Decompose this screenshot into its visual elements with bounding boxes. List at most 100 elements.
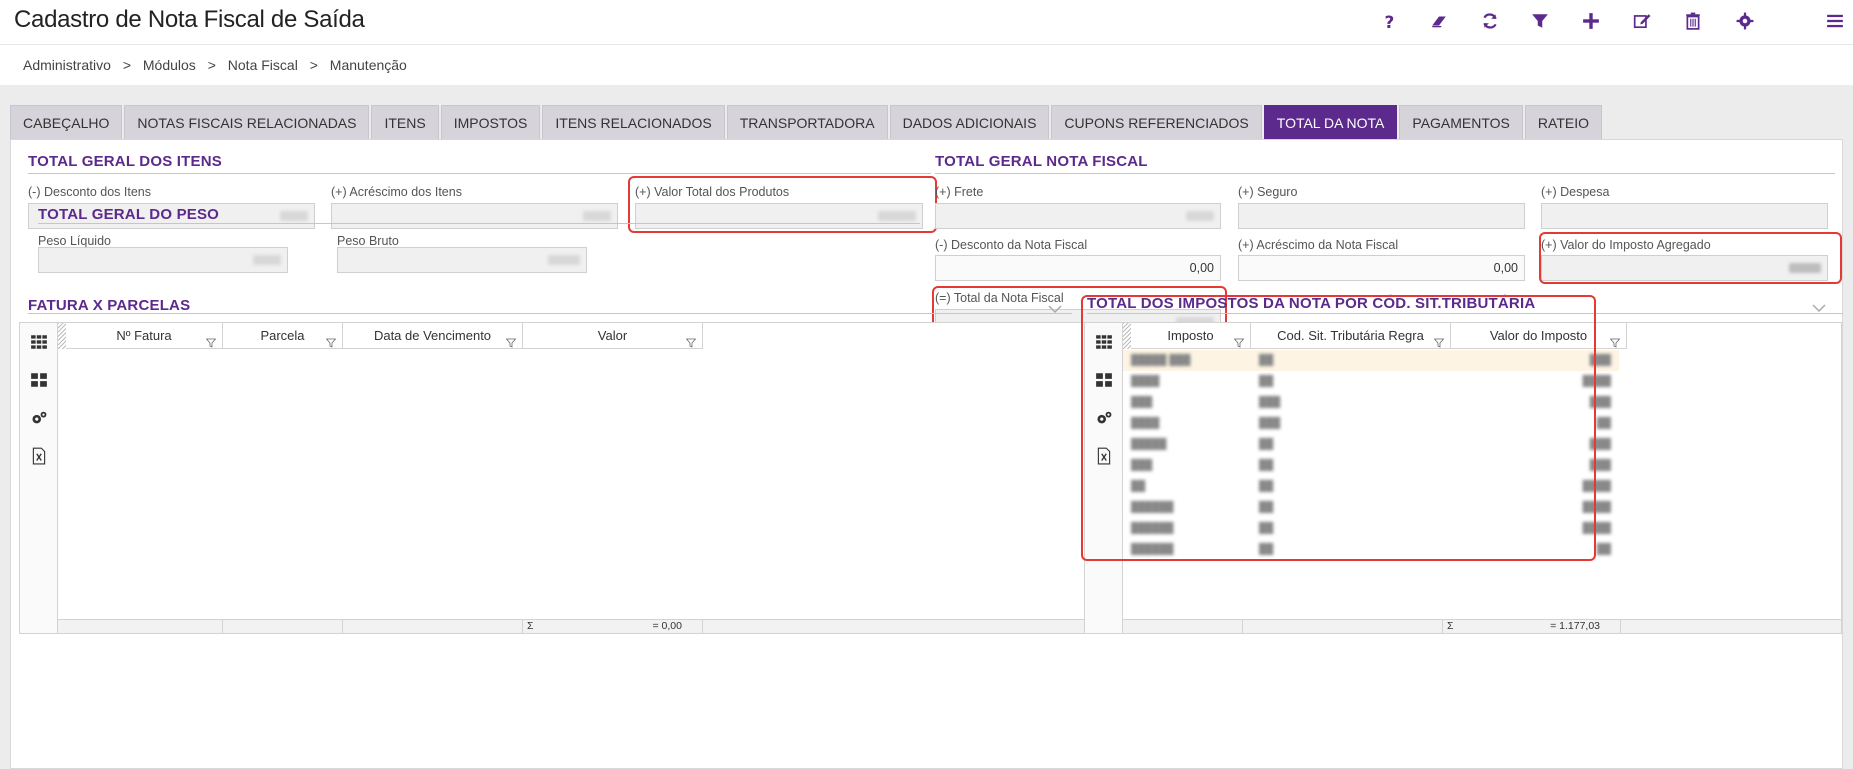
grid-layout-icon[interactable]: [1095, 371, 1113, 389]
chevron-down-icon[interactable]: [1047, 301, 1063, 317]
table-row[interactable]: ████████: [1123, 476, 1619, 497]
impostos-grid-header: Imposto Cod. Sit. Tributária Regra Valor…: [1131, 323, 1627, 349]
table-row[interactable]: █████ ███ ██ ███: [1123, 350, 1619, 371]
peso-liquido-label: Peso Líquido: [38, 234, 111, 248]
column-header-imposto[interactable]: Imposto: [1131, 323, 1251, 349]
desconto-nota-field[interactable]: 0,00: [935, 255, 1221, 281]
section-title-total-itens: TOTAL GERAL DOS ITENS: [28, 153, 222, 170]
tab-cupons-referenciados[interactable]: CUPONS REFERENCIADOS: [1051, 105, 1262, 139]
filter-icon: [1233, 331, 1245, 348]
section-divider: [38, 223, 920, 224]
chevron-down-icon[interactable]: [1811, 300, 1827, 316]
fatura-grid: Nº Fatura Parcela Data de Vencimento Val…: [19, 322, 1089, 634]
valor-total-produtos-label: (+) Valor Total dos Produtos: [635, 185, 790, 199]
grid-settings-icon[interactable]: [1095, 409, 1113, 427]
tab-rateio[interactable]: RATEIO: [1524, 105, 1602, 139]
filter-icon: [205, 331, 217, 348]
breadcrumb-item[interactable]: Módulos: [143, 57, 196, 73]
impostos-grid-footer: Σ = 1.177,03: [1123, 619, 1841, 634]
acrescimo-itens-field: [331, 203, 618, 229]
breadcrumb-item[interactable]: Manutenção: [330, 57, 407, 73]
column-header-valor[interactable]: Valor: [523, 323, 703, 349]
despesa-field: [1541, 203, 1828, 229]
table-row[interactable]: █████████: [1123, 413, 1619, 434]
table-row[interactable]: ██████████: [1123, 371, 1619, 392]
tab-itens-relacionados[interactable]: ITENS RELACIONADOS: [542, 105, 725, 139]
menu-icon[interactable]: [1822, 8, 1848, 34]
column-header-data-vencimento[interactable]: Data de Vencimento: [343, 323, 523, 349]
filter-icon: [1609, 331, 1621, 348]
filter-icon: [1433, 331, 1445, 348]
gear-icon[interactable]: [1732, 8, 1758, 34]
tab-impostos[interactable]: IMPOSTOS: [440, 105, 541, 139]
valor-total-produtos-field: [635, 203, 923, 229]
peso-liquido-field: [38, 247, 288, 273]
frete-label: (+) Frete: [935, 185, 984, 199]
seguro-field: [1238, 203, 1525, 229]
imposto-agregado-label: (+) Valor do Imposto Agregado: [1541, 238, 1711, 252]
grid-drag-handle[interactable]: [1123, 323, 1131, 349]
tab-bar: CABEÇALHO NOTAS FISCAIS RELACIONADAS ITE…: [10, 105, 1604, 139]
total-da-nota-panel: TOTAL GERAL DOS ITENS (-) Desconto dos I…: [10, 139, 1843, 769]
table-row[interactable]: ██████ ██ ████: [1123, 497, 1619, 518]
plus-icon[interactable]: [1578, 8, 1604, 34]
grid-sidebar: [20, 323, 58, 633]
desconto-itens-label: (-) Desconto dos Itens: [28, 185, 151, 199]
eraser-icon[interactable]: [1426, 8, 1452, 34]
tab-notas-fiscais-relacionadas[interactable]: NOTAS FISCAIS RELACIONADAS: [124, 105, 370, 139]
peso-bruto-label: Peso Bruto: [337, 234, 399, 248]
tab-dados-adicionais[interactable]: DADOS ADICIONAIS: [889, 105, 1050, 139]
tab-cabecalho[interactable]: CABEÇALHO: [10, 105, 123, 139]
table-row[interactable]: ██████ ██ ████: [1123, 518, 1619, 539]
grid-settings-icon[interactable]: [30, 409, 48, 427]
breadcrumb-separator: >: [309, 57, 318, 73]
column-header-valor-imposto[interactable]: Valor do Imposto: [1451, 323, 1627, 349]
acrescimo-nota-field[interactable]: 0,00: [1238, 255, 1525, 281]
impostos-grid: Imposto Cod. Sit. Tributária Regra Valor…: [1084, 322, 1842, 634]
column-header-fatura[interactable]: Nº Fatura: [66, 323, 223, 349]
top-bar: Cadastro de Nota Fiscal de Saída ?: [0, 0, 1853, 45]
edit-icon[interactable]: [1629, 8, 1655, 34]
excel-export-icon[interactable]: [1095, 447, 1113, 465]
table-row[interactable]: █████████: [1123, 392, 1619, 413]
filter-icon: [325, 331, 337, 348]
section-title-impostos: TOTAL DOS IMPOSTOS DA NOTA POR CÓD. SIT.…: [1087, 295, 1536, 312]
svg-text:?: ?: [1385, 12, 1395, 30]
table-row[interactable]: ████████: [1123, 455, 1619, 476]
breadcrumb-bar: Administrativo > Módulos > Nota Fiscal >…: [0, 45, 1853, 85]
tab-total-da-nota[interactable]: TOTAL DA NOTA: [1263, 105, 1398, 139]
grid-columns-icon[interactable]: [30, 333, 48, 351]
column-header-cod-sit-tributaria[interactable]: Cod. Sit. Tributária Regra: [1251, 323, 1451, 349]
column-header-parcela[interactable]: Parcela: [223, 323, 343, 349]
peso-bruto-field: [337, 247, 587, 273]
grid-columns-icon[interactable]: [1095, 333, 1113, 351]
filter-icon[interactable]: [1527, 8, 1553, 34]
tab-pagamentos[interactable]: PAGAMENTOS: [1399, 105, 1523, 139]
total-nota-label: (=) Total da Nota Fiscal: [935, 291, 1064, 305]
acrescimo-nota-label: (+) Acréscimo da Nota Fiscal: [1238, 238, 1399, 252]
tab-itens[interactable]: ITENS: [371, 105, 439, 139]
grid-drag-handle[interactable]: [58, 323, 66, 349]
despesa-label: (+) Despesa: [1541, 185, 1610, 199]
fatura-grid-footer: Σ = 0,00: [58, 619, 1088, 634]
trash-icon[interactable]: [1680, 8, 1706, 34]
tab-transportadora[interactable]: TRANSPORTADORA: [726, 105, 888, 139]
grid-layout-icon[interactable]: [30, 371, 48, 389]
frete-field: [935, 203, 1221, 229]
refresh-icon[interactable]: [1477, 8, 1503, 34]
breadcrumb-item[interactable]: Nota Fiscal: [228, 57, 298, 73]
section-divider: [28, 313, 1072, 314]
table-row[interactable]: ██████████: [1123, 539, 1619, 560]
section-title-fatura: FATURA X PARCELAS: [28, 297, 191, 314]
section-title-total-nota: TOTAL GERAL NOTA FISCAL: [935, 153, 1148, 170]
impostos-grid-body: █████ ███ ██ ███ ████ ██ ████ ███ ███ ███ ████…: [1123, 350, 1619, 560]
section-title-total-peso: TOTAL GERAL DO PESO: [38, 206, 220, 223]
imposto-agregado-field: [1541, 255, 1828, 281]
section-divider: [1087, 313, 1843, 314]
table-row[interactable]: ██████████: [1123, 434, 1619, 455]
breadcrumb-separator: >: [207, 57, 216, 73]
breadcrumb-item[interactable]: Administrativo: [23, 57, 111, 73]
excel-export-icon[interactable]: [30, 447, 48, 465]
help-icon[interactable]: ?: [1376, 8, 1402, 34]
section-divider: [935, 173, 1835, 174]
